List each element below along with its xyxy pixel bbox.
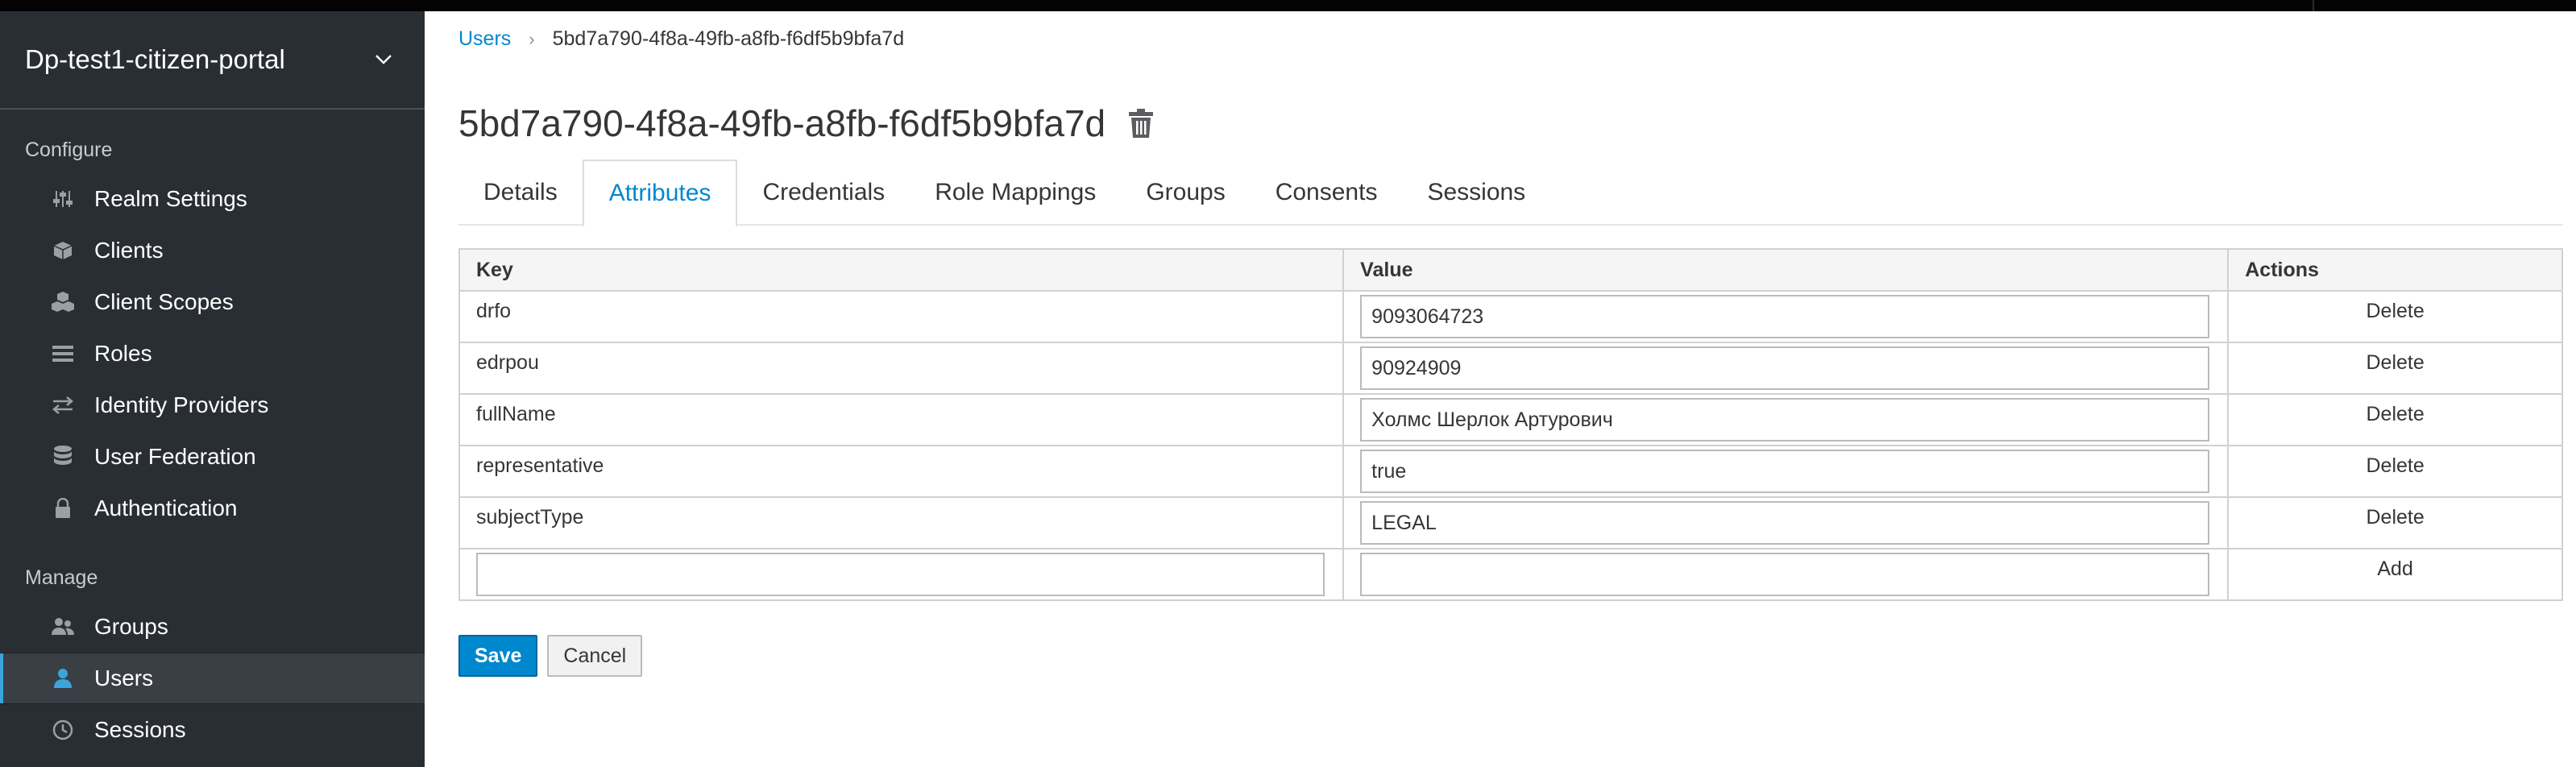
cube-icon xyxy=(50,238,76,263)
attribute-value-input[interactable] xyxy=(1360,501,2210,545)
realm-selector[interactable]: Dp-test1-citizen-portal xyxy=(0,11,425,110)
delete-attribute-button[interactable]: Delete xyxy=(2366,351,2424,374)
sidebar-item-groups[interactable]: Groups xyxy=(0,601,425,653)
cancel-button[interactable]: Cancel xyxy=(547,635,643,677)
table-row: drfo Delete xyxy=(458,290,2563,343)
sidebar-item-user-federation[interactable]: User Federation xyxy=(0,431,425,483)
table-row-new-attribute: Add xyxy=(458,548,2563,601)
realm-name: Dp-test1-citizen-portal xyxy=(25,44,285,74)
lock-icon xyxy=(50,495,76,521)
section-label-configure: Configure xyxy=(25,139,113,161)
sidebar-item-label: Groups xyxy=(94,614,168,639)
sidebar-item-clients[interactable]: Clients xyxy=(0,225,425,276)
user-tabs: Details Attributes Credentials Role Mapp… xyxy=(458,160,2563,227)
delete-attribute-button[interactable]: Delete xyxy=(2366,403,2424,425)
sidebar-item-label: Authentication xyxy=(94,495,238,520)
attribute-key: subjectType xyxy=(458,496,1345,549)
breadcrumb: Users › 5bd7a790-4f8a-49fb-a8fb-f6df5b9b… xyxy=(458,27,904,51)
tab-details[interactable]: Details xyxy=(458,160,583,226)
section-label-manage: Manage xyxy=(25,566,98,589)
sidebar-item-label: Sessions xyxy=(94,717,186,742)
attribute-key: drfo xyxy=(458,290,1345,343)
delete-attribute-button[interactable]: Delete xyxy=(2366,300,2424,322)
delete-attribute-button[interactable]: Delete xyxy=(2366,454,2424,477)
save-button[interactable]: Save xyxy=(458,635,538,677)
delete-attribute-button[interactable]: Delete xyxy=(2366,506,2424,529)
sidebar-item-users[interactable]: Users xyxy=(0,653,425,704)
tab-groups[interactable]: Groups xyxy=(1121,160,1250,226)
exchange-icon xyxy=(50,392,76,418)
trash-icon[interactable] xyxy=(1128,107,1157,139)
breadcrumb-separator-icon: › xyxy=(529,28,535,49)
attribute-value-cell xyxy=(1342,393,2230,446)
sidebar-item-roles[interactable]: Roles xyxy=(0,328,425,379)
new-attribute-value-input[interactable] xyxy=(1360,553,2210,596)
attribute-actions-cell: Delete xyxy=(2227,496,2563,549)
page-title: 5bd7a790-4f8a-49fb-a8fb-f6df5b9bfa7d xyxy=(458,102,1157,145)
attribute-actions-cell: Delete xyxy=(2227,290,2563,343)
attribute-value-input[interactable] xyxy=(1360,450,2210,493)
top-bar xyxy=(0,0,2576,11)
breadcrumb-current: 5bd7a790-4f8a-49fb-a8fb-f6df5b9bfa7d xyxy=(552,27,905,50)
attribute-value-cell xyxy=(1342,496,2230,549)
attribute-key: representative xyxy=(458,445,1345,498)
attributes-table: Key Value Actions drfo Delete edrpou Del… xyxy=(458,248,2563,601)
column-header-value: Value xyxy=(1342,248,2230,292)
tab-attributes[interactable]: Attributes xyxy=(582,160,738,227)
new-value-cell xyxy=(1342,548,2230,601)
top-bar-divider xyxy=(2313,0,2314,11)
sidebar-item-client-scopes[interactable]: Client Scopes xyxy=(0,276,425,328)
sidebar-item-sessions[interactable]: Sessions xyxy=(0,704,425,756)
table-header-row: Key Value Actions xyxy=(458,248,2563,292)
sidebar-item-identity-providers[interactable]: Identity Providers xyxy=(0,379,425,431)
new-attribute-actions-cell: Add xyxy=(2227,548,2563,601)
sidebar-item-label: Realm Settings xyxy=(94,186,247,211)
attribute-actions-cell: Delete xyxy=(2227,445,2563,498)
tab-credentials[interactable]: Credentials xyxy=(737,160,910,226)
column-header-actions: Actions xyxy=(2227,248,2563,292)
sidebar-item-label: Identity Providers xyxy=(94,392,269,417)
attribute-key: fullName xyxy=(458,393,1345,446)
table-row: edrpou Delete xyxy=(458,342,2563,395)
sidebar-item-label: Client Scopes xyxy=(94,289,234,314)
attribute-key: edrpou xyxy=(458,342,1345,395)
sidebar-item-label: Clients xyxy=(94,238,164,263)
tab-sessions[interactable]: Sessions xyxy=(1402,160,1550,226)
table-row: fullName Delete xyxy=(458,393,2563,446)
sidebar-item-realm-settings[interactable]: Realm Settings xyxy=(0,173,425,225)
sidebar: Dp-test1-citizen-portal Configure Realm … xyxy=(0,11,425,767)
sidebar-item-label: Roles xyxy=(94,341,152,366)
attribute-value-cell xyxy=(1342,445,2230,498)
table-row: representative Delete xyxy=(458,445,2563,498)
main-content: Users › 5bd7a790-4f8a-49fb-a8fb-f6df5b9b… xyxy=(425,11,2576,767)
tab-role-mappings[interactable]: Role Mappings xyxy=(910,160,1121,226)
attribute-actions-cell: Delete xyxy=(2227,393,2563,446)
sliders-icon xyxy=(50,186,76,212)
new-key-cell xyxy=(458,548,1345,601)
table-row: subjectType Delete xyxy=(458,496,2563,549)
list-icon xyxy=(50,341,76,367)
sidebar-item-label: User Federation xyxy=(94,444,256,469)
form-actions: Save Cancel xyxy=(458,635,643,677)
add-attribute-button[interactable]: Add xyxy=(2377,558,2412,580)
cubes-icon xyxy=(50,289,76,315)
users-icon xyxy=(50,614,76,640)
page-title-text: 5bd7a790-4f8a-49fb-a8fb-f6df5b9bfa7d xyxy=(458,102,1106,144)
sidebar-item-authentication[interactable]: Authentication xyxy=(0,483,425,534)
clock-icon xyxy=(50,717,76,743)
tab-consents[interactable]: Consents xyxy=(1251,160,1403,226)
sidebar-item-label: Users xyxy=(94,665,154,690)
attribute-value-input[interactable] xyxy=(1360,398,2210,442)
column-header-key: Key xyxy=(458,248,1345,292)
attribute-value-input[interactable] xyxy=(1360,295,2210,338)
attribute-actions-cell: Delete xyxy=(2227,342,2563,395)
attribute-value-input[interactable] xyxy=(1360,346,2210,390)
database-icon xyxy=(50,444,76,470)
attribute-value-cell xyxy=(1342,342,2230,395)
new-attribute-key-input[interactable] xyxy=(476,553,1325,596)
attribute-value-cell xyxy=(1342,290,2230,343)
breadcrumb-users-link[interactable]: Users xyxy=(458,27,511,51)
user-icon xyxy=(50,665,76,691)
chevron-down-icon xyxy=(373,49,394,70)
